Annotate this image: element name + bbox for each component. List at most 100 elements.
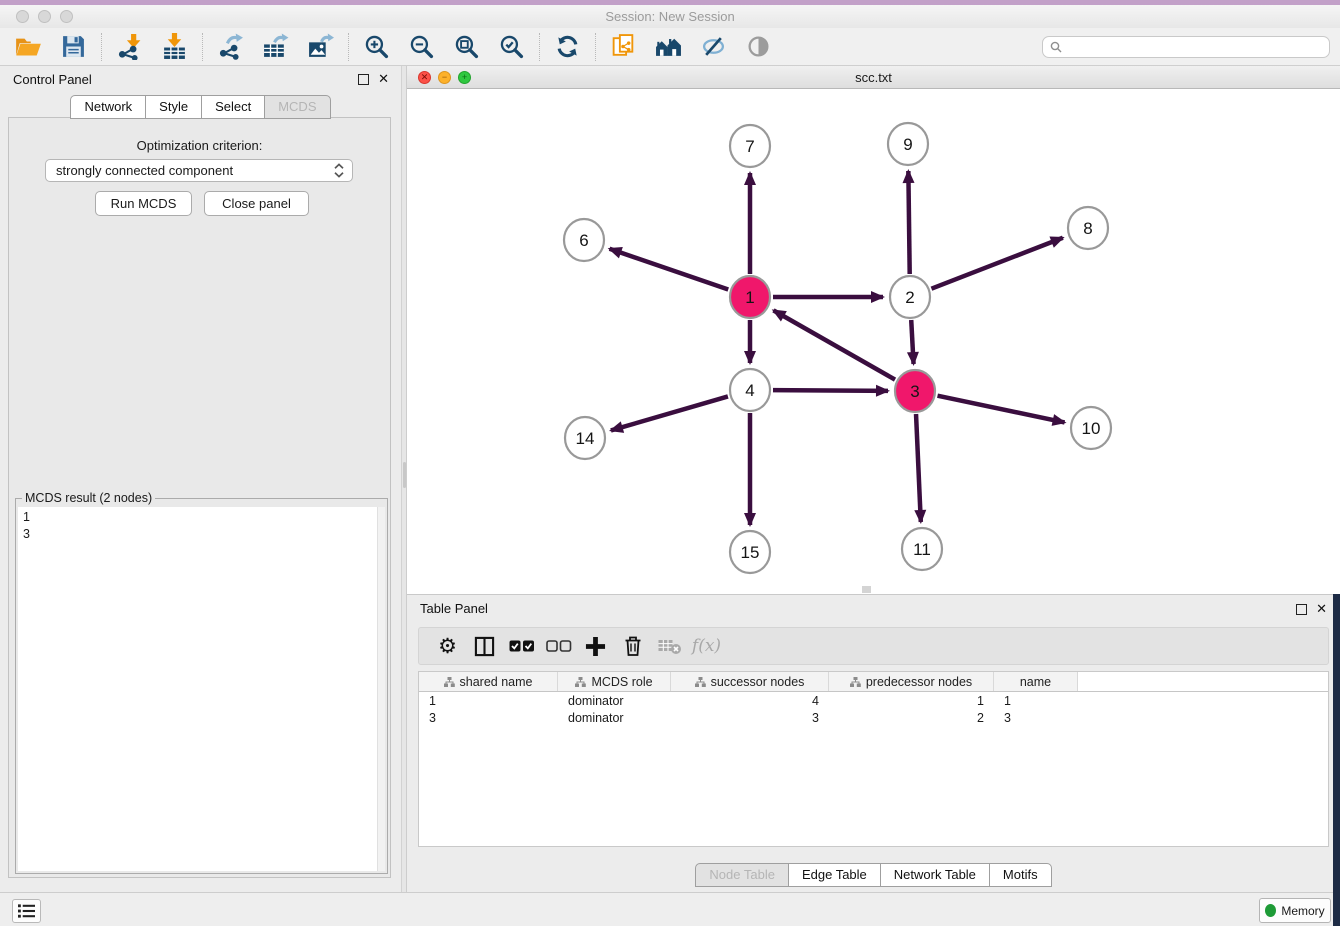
export-table-icon[interactable]	[253, 30, 298, 64]
import-table-icon[interactable]	[152, 30, 197, 64]
hide-selected-eye-slash-icon[interactable]	[691, 30, 736, 64]
open-session-icon[interactable]	[6, 30, 51, 64]
list-icon	[18, 904, 35, 918]
task-history-button[interactable]	[12, 899, 41, 923]
close-panel-icon[interactable]: ✕	[378, 71, 389, 87]
table-panel-title: Table Panel	[420, 601, 488, 616]
svg-text:14: 14	[576, 429, 595, 448]
edge-2-8[interactable]	[931, 238, 1062, 289]
titlebar: Session: New Session	[0, 5, 1340, 29]
memory-button[interactable]: Memory	[1259, 898, 1331, 923]
network-canvas[interactable]: 7 9 6 8 1 2 4 3 14 10 15 11	[407, 89, 1340, 594]
zoom-in-icon[interactable]	[354, 30, 399, 64]
table-body: 1dominator4113dominator323	[419, 692, 1328, 726]
table-tabs: Node TableEdge TableNetwork TableMotifs	[407, 863, 1340, 887]
refresh-view-icon[interactable]	[545, 30, 590, 64]
save-session-icon[interactable]	[51, 30, 96, 64]
node-7[interactable]: 7	[730, 125, 770, 167]
edge-3-11[interactable]	[916, 414, 921, 522]
close-table-panel-icon[interactable]: ✕	[1316, 601, 1327, 617]
toolbar-separator	[348, 33, 349, 61]
float-panel-icon[interactable]	[358, 74, 369, 85]
edge-3-10[interactable]	[938, 396, 1065, 423]
add-column-plus-icon[interactable]	[577, 630, 614, 662]
svg-text:11: 11	[913, 540, 931, 559]
main-toolbar	[0, 28, 1340, 66]
node-6[interactable]: 6	[564, 219, 604, 261]
node-9[interactable]: 9	[888, 123, 928, 165]
table-settings-gear-icon[interactable]: ⚙	[429, 630, 466, 662]
tab-network-table[interactable]: Network Table	[880, 863, 990, 887]
node-14[interactable]: 14	[565, 417, 605, 459]
edge-3-1[interactable]	[773, 310, 895, 379]
svg-text:8: 8	[1083, 219, 1092, 238]
show-hidden-eye-icon[interactable]	[736, 30, 781, 64]
deselect-all-rows-icon[interactable]	[540, 630, 577, 662]
export-network-icon[interactable]	[208, 30, 253, 64]
close-panel-button[interactable]: Close panel	[204, 191, 309, 216]
svg-text:6: 6	[579, 231, 588, 250]
tab-select[interactable]: Select	[201, 95, 265, 119]
toolbar-separator	[595, 33, 596, 61]
function-builder-icon[interactable]: f(x)	[688, 630, 725, 662]
column-header-MCDS-role[interactable]: MCDS role	[558, 672, 671, 691]
control-panel-title: Control Panel	[13, 72, 92, 87]
edge-2-3[interactable]	[911, 320, 913, 364]
delete-column-trash-icon[interactable]	[614, 630, 651, 662]
tab-mcds[interactable]: MCDS	[264, 95, 330, 119]
show-neighbors-houses-icon[interactable]	[646, 30, 691, 64]
edge-1-6[interactable]	[610, 249, 729, 290]
zoom-out-icon[interactable]	[399, 30, 444, 64]
node-15[interactable]: 15	[730, 531, 770, 573]
svg-text:9: 9	[903, 135, 912, 154]
splitter-grip[interactable]	[403, 462, 406, 488]
column-header-predecessor-nodes[interactable]: predecessor nodes	[829, 672, 994, 691]
svg-text:7: 7	[745, 137, 754, 156]
delete-table-icon[interactable]	[651, 630, 688, 662]
table-row[interactable]: 1dominator411	[419, 692, 1328, 709]
node-4[interactable]: 4	[730, 369, 770, 411]
canvas-scrollbar-thumb[interactable]	[862, 586, 871, 593]
optimization-select[interactable]: strongly connected component	[45, 159, 353, 182]
mcds-result-text[interactable]: 1 3	[18, 507, 385, 871]
svg-text:15: 15	[741, 543, 760, 562]
mcds-panel: Optimization criterion: strongly connect…	[8, 117, 391, 878]
mcds-result-group: MCDS result (2 nodes) 1 3	[15, 498, 388, 874]
zoom-selected-icon[interactable]	[489, 30, 534, 64]
search-input[interactable]	[1042, 36, 1330, 58]
tab-motifs[interactable]: Motifs	[989, 863, 1052, 887]
control-panel-header: Control Panel ✕	[0, 66, 401, 92]
network-view-window: ✕ − + scc.txt 7968124314101511	[407, 66, 1340, 594]
node-8[interactable]: 8	[1068, 207, 1108, 249]
node-2[interactable]: 2	[890, 276, 930, 318]
node-11[interactable]: 11	[902, 528, 942, 570]
select-all-rows-icon[interactable]	[503, 630, 540, 662]
edge-4-3[interactable]	[773, 390, 888, 391]
column-header-shared-name[interactable]: shared name	[419, 672, 558, 691]
clone-network-icon[interactable]	[601, 30, 646, 64]
memory-label: Memory	[1281, 904, 1324, 918]
node-table: shared nameMCDS rolesuccessor nodesprede…	[418, 671, 1329, 847]
node-1[interactable]: 1	[730, 276, 770, 318]
edge-4-14[interactable]	[611, 396, 728, 430]
result-scrollbar[interactable]	[377, 507, 385, 871]
column-header-successor-nodes[interactable]: successor nodes	[671, 672, 829, 691]
toolbar-separator	[202, 33, 203, 61]
node-10[interactable]: 10	[1071, 407, 1111, 449]
zoom-fit-icon[interactable]	[444, 30, 489, 64]
import-network-icon[interactable]	[107, 30, 152, 64]
float-table-panel-icon[interactable]	[1296, 604, 1307, 615]
export-image-icon[interactable]	[298, 30, 343, 64]
table-row[interactable]: 3dominator323	[419, 709, 1328, 726]
table-toolbar: ⚙ f(x)	[418, 627, 1329, 665]
tab-node-table[interactable]: Node Table	[695, 863, 789, 887]
show-columns-icon[interactable]	[466, 630, 503, 662]
mcds-result-lines: 1 3	[23, 509, 30, 543]
edge-2-9[interactable]	[908, 171, 909, 274]
tab-edge-table[interactable]: Edge Table	[788, 863, 881, 887]
node-3[interactable]: 3	[895, 370, 935, 412]
run-mcds-button[interactable]: Run MCDS	[95, 191, 192, 216]
column-header-name[interactable]: name	[994, 672, 1078, 691]
tab-style[interactable]: Style	[145, 95, 202, 119]
tab-network[interactable]: Network	[70, 95, 146, 119]
